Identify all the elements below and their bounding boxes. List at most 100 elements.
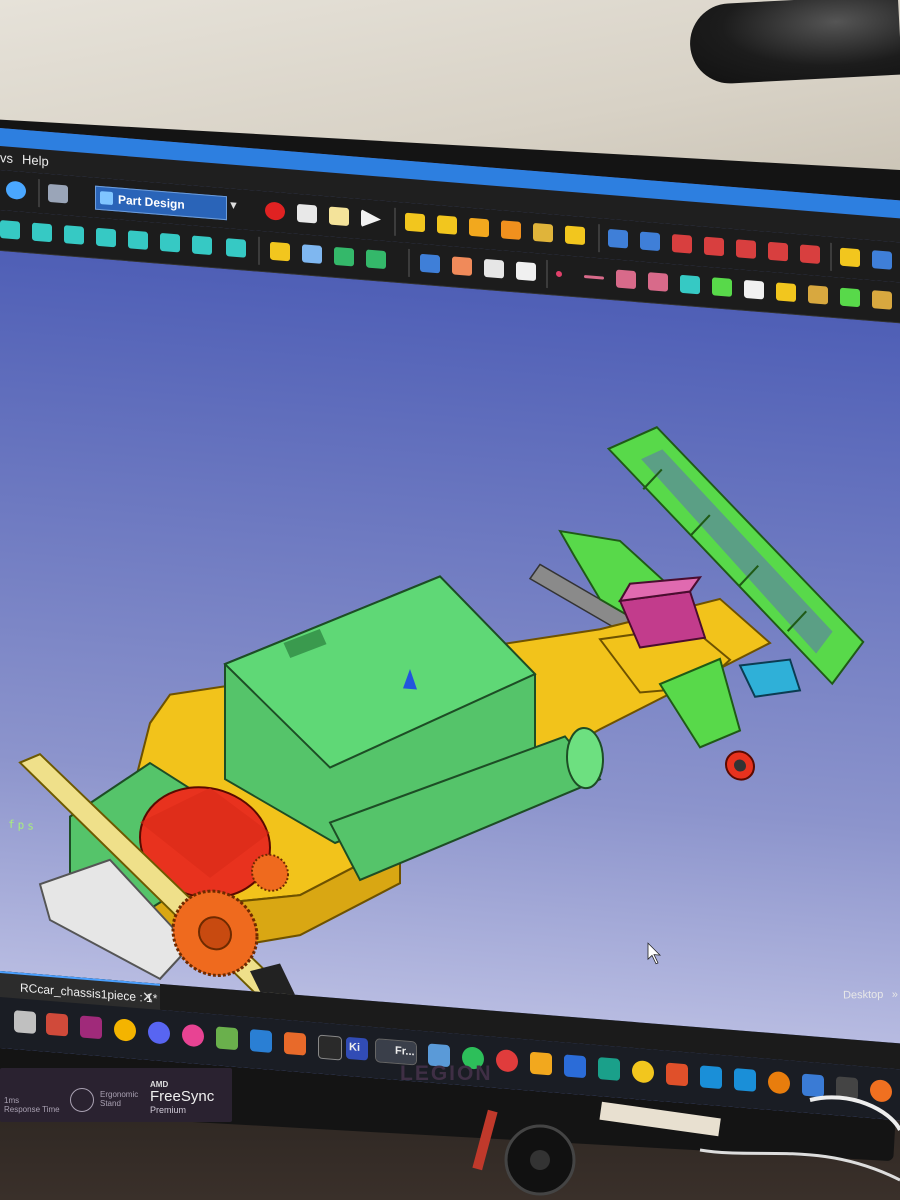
workbench-selector[interactable]: Part Design [95, 185, 227, 221]
view-bottom-icon[interactable] [160, 232, 180, 253]
toolbar-separator [408, 248, 410, 277]
diamond-app-icon[interactable] [734, 1068, 756, 1092]
screwdriver [472, 1109, 498, 1171]
fps-counter: fps [8, 817, 37, 833]
yellow-app-icon[interactable] [632, 1059, 654, 1084]
close-tab-icon[interactable]: ✕ [142, 988, 154, 1006]
monitor-brand-logo: LEGION [400, 1062, 493, 1085]
menu-item-views[interactable]: vs [0, 150, 13, 166]
new-body-icon[interactable] [405, 212, 425, 233]
taskbar-app-icon[interactable] [46, 1012, 68, 1037]
menu-item-help[interactable]: Help [22, 152, 49, 169]
measure-icon[interactable] [226, 238, 246, 258]
cura-icon[interactable] [700, 1065, 722, 1090]
freecad-taskbar-button[interactable]: Fr... [375, 1038, 417, 1066]
desktop-toolbar-label[interactable]: Desktop [843, 989, 884, 1002]
datum-plane-icon[interactable] [616, 269, 636, 290]
front-axle-block [738, 658, 802, 698]
linear-pattern-icon[interactable] [872, 250, 892, 270]
subtractive-box-icon[interactable] [800, 244, 820, 264]
winrar-icon[interactable] [80, 1015, 102, 1040]
toolbar-separator [598, 224, 600, 253]
fillet-icon[interactable] [680, 274, 700, 295]
fusion-icon[interactable] [666, 1062, 688, 1087]
thickness-icon[interactable] [776, 282, 796, 303]
arduino-icon[interactable] [598, 1057, 620, 1081]
refresh-icon[interactable] [6, 180, 26, 201]
3d-viewport[interactable] [0, 251, 900, 1049]
toolbar-separator [394, 207, 396, 236]
body-icon[interactable] [420, 253, 440, 274]
pocket-icon[interactable] [608, 228, 628, 249]
workbench-label: Part Design [118, 192, 185, 212]
macro-run-icon[interactable] [361, 209, 381, 229]
view-right-icon[interactable] [96, 227, 116, 248]
chamfer-icon[interactable] [712, 277, 732, 297]
kicad-label: Ki [349, 1041, 360, 1054]
revolution-icon[interactable] [501, 220, 521, 240]
draft-icon[interactable] [744, 279, 764, 300]
boolean-icon[interactable] [808, 285, 828, 305]
toolbar-separator [38, 179, 40, 208]
mouse-pointer-icon [647, 942, 662, 965]
subtractive-loft-icon[interactable] [704, 236, 724, 257]
datum-line-icon[interactable] [584, 274, 604, 280]
cable-bundle [599, 1101, 721, 1137]
rc-car-chassis-model [18, 426, 865, 1010]
taskbar-app-icon[interactable] [14, 1010, 36, 1034]
view-isometric-icon[interactable] [0, 220, 20, 240]
chrome-icon[interactable] [114, 1018, 136, 1042]
pad-icon[interactable] [469, 217, 489, 238]
davinci-icon[interactable] [318, 1034, 342, 1061]
taskbar-overflow-icon[interactable]: » [892, 989, 898, 1001]
battery-end-cap [566, 727, 604, 790]
davinci-resolve-icon[interactable] [182, 1023, 204, 1048]
view-front-icon[interactable] [32, 222, 52, 243]
mirror-icon[interactable] [840, 247, 860, 268]
pipe-icon[interactable] [565, 225, 585, 246]
monitor-screen: vs Help Part Design ▼ fps RCcar_chassis1… [0, 128, 900, 1126]
local-coordinate-system-icon[interactable] [648, 272, 668, 292]
kicad-icon[interactable]: Ki [346, 1036, 368, 1061]
freecad-label: Fr... [395, 1044, 415, 1059]
link-actions-icon[interactable] [366, 249, 386, 270]
involute-gear-icon[interactable] [872, 290, 892, 310]
vscode-icon[interactable] [250, 1029, 272, 1053]
toolbar-separator [546, 259, 548, 289]
hole-icon[interactable] [640, 231, 660, 252]
macro-stop-icon[interactable] [297, 203, 317, 224]
toolbar-separator [830, 242, 832, 271]
blue-app-icon[interactable] [564, 1054, 586, 1079]
discord-icon[interactable] [148, 1020, 170, 1045]
view-rear-icon[interactable] [128, 230, 148, 250]
minecraft-icon[interactable] [216, 1026, 238, 1051]
opera-icon[interactable] [496, 1048, 518, 1073]
kicad-pcb-icon[interactable] [284, 1031, 306, 1056]
subtractive-pipe-icon[interactable] [736, 239, 756, 259]
loft-icon[interactable] [533, 222, 553, 243]
new-sketch-icon[interactable] [437, 215, 457, 235]
shape-binder-icon[interactable] [452, 256, 472, 276]
group-icon[interactable] [302, 244, 322, 264]
macro-record-icon[interactable] [265, 201, 285, 221]
groove-icon[interactable] [672, 234, 692, 254]
clone-icon[interactable] [516, 261, 536, 282]
export-icon[interactable] [484, 258, 504, 279]
view-top-icon[interactable] [64, 225, 84, 245]
link-icon[interactable] [334, 246, 354, 267]
datum-point-icon[interactable] [556, 270, 562, 278]
file-explorer-icon[interactable] [530, 1051, 552, 1076]
toolbar-separator [258, 236, 260, 265]
whats-this-icon[interactable] [48, 183, 68, 204]
fan-hub [530, 1150, 550, 1170]
view-left-icon[interactable] [192, 235, 212, 256]
webcam [688, 0, 900, 86]
subtractive-helix-icon[interactable] [768, 241, 788, 262]
usb-cable [809, 1095, 900, 1132]
part-design-icon [100, 191, 113, 206]
macro-edit-icon[interactable] [329, 206, 349, 227]
sprocket-icon[interactable] [840, 287, 860, 308]
part-icon[interactable] [270, 241, 290, 262]
white-wire [699, 1148, 900, 1182]
chevron-down-icon[interactable]: ▼ [228, 199, 239, 212]
